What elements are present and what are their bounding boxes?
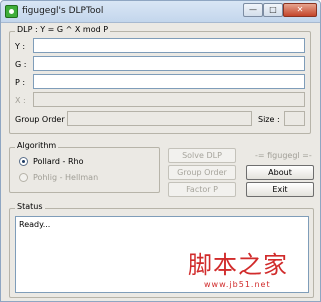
exit-button[interactable]: Exit (246, 182, 314, 197)
title-bar[interactable]: figugegl's DLPTool — □ ✕ (1, 1, 320, 23)
size-label: Size : (258, 115, 280, 124)
status-legend: Status (15, 202, 45, 211)
group-order-button: Group Order (168, 165, 236, 180)
status-text: Ready... (19, 220, 51, 229)
group-order-label: Group Order : (15, 115, 70, 124)
y-input[interactable] (33, 38, 305, 53)
dlp-legend: DLP : Y = G ^ X mod P (15, 25, 111, 34)
p-label: P : (15, 78, 26, 87)
pohlig-hellman-radio (19, 173, 28, 182)
minimize-button[interactable]: — (243, 3, 263, 17)
group-order-output (67, 111, 252, 126)
factor-p-button: Factor P (168, 182, 236, 197)
g-input[interactable] (33, 56, 305, 71)
credit-label: -= figugegl =- (255, 151, 312, 160)
x-label: X : (15, 96, 26, 105)
maximize-button[interactable]: □ (263, 3, 283, 17)
watermark-url: www.jb51.net (204, 280, 271, 289)
close-button[interactable]: ✕ (283, 3, 317, 17)
app-icon (5, 5, 18, 18)
algorithm-legend: Algorithm (15, 141, 59, 150)
dlptool-window: figugegl's DLPTool — □ ✕ DLP : Y = G ^ X… (0, 0, 321, 302)
pollard-rho-label[interactable]: Pollard - Rho (33, 157, 84, 166)
algorithm-group (9, 147, 160, 193)
about-button[interactable]: About (246, 165, 314, 180)
watermark-logo: 脚本之家 (188, 251, 288, 279)
window-title: figugegl's DLPTool (22, 6, 104, 16)
y-label: Y : (15, 42, 26, 51)
pollard-rho-radio[interactable] (19, 157, 28, 166)
pohlig-hellman-label: Pohlig - Hellman (33, 173, 99, 182)
p-input[interactable] (33, 74, 305, 89)
g-label: G : (15, 60, 27, 69)
size-output (284, 111, 305, 126)
solve-dlp-button: Solve DLP (168, 148, 236, 163)
x-output (33, 92, 305, 107)
